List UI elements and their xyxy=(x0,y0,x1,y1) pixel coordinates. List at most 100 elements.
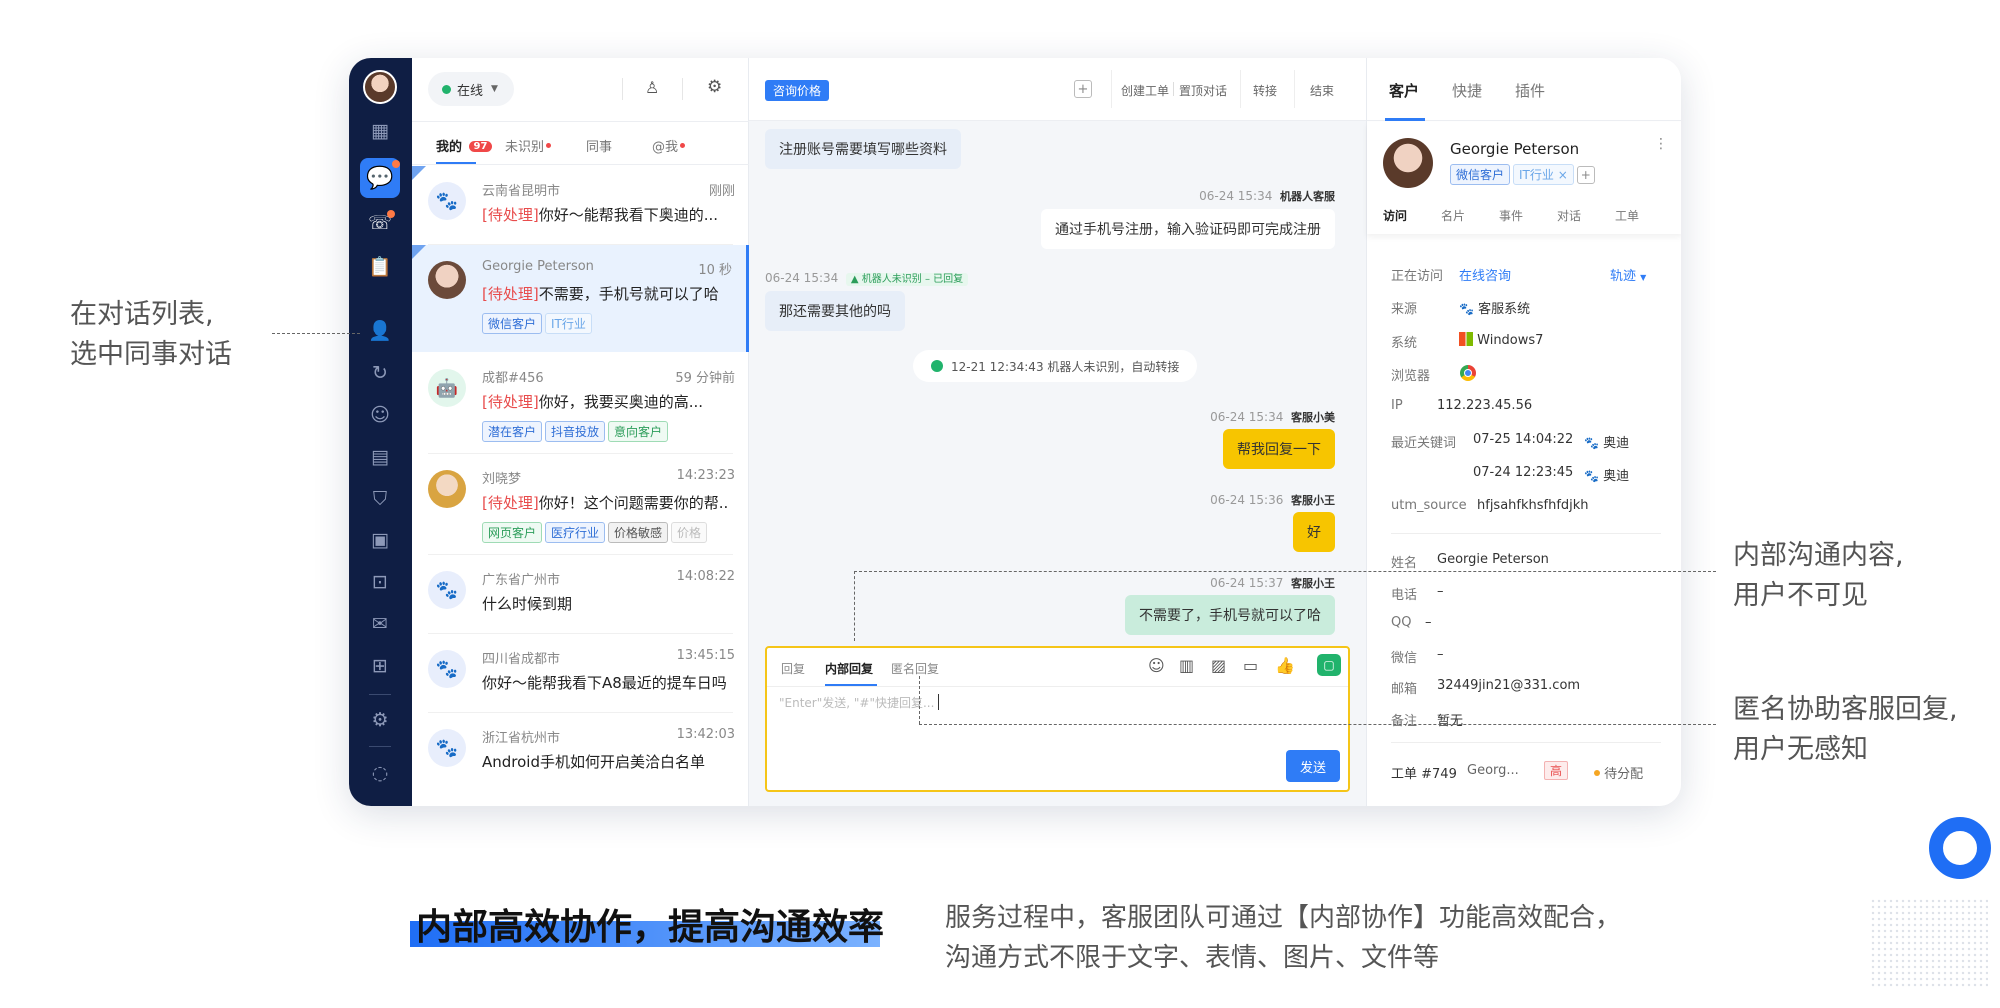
rail-divider xyxy=(369,746,391,747)
field-value[interactable]: – xyxy=(1437,647,1444,662)
tab-mine[interactable]: 我的 97 xyxy=(436,136,493,155)
list-item[interactable]: 🐾 广东省广州市 14:08:22 什么时候到期 xyxy=(412,555,749,633)
field-value[interactable]: 暂无 xyxy=(1437,710,1463,729)
customer-tag: 医疗行业 xyxy=(545,522,606,543)
android-icon: 🤖 xyxy=(428,369,466,407)
person-icon[interactable]: ♙ xyxy=(645,78,659,97)
settings-icon[interactable]: ⚙ xyxy=(707,77,722,97)
more-icon[interactable]: ⋮ xyxy=(1654,136,1668,152)
subtab-tickets[interactable]: 工单 xyxy=(1615,207,1639,224)
folder-icon[interactable]: ▭ xyxy=(1243,656,1258,675)
thumbs-up-icon[interactable]: 👍 xyxy=(1275,656,1295,675)
tab-unrecognized[interactable]: 未识别 xyxy=(505,136,552,155)
field-label: 姓名 xyxy=(1391,556,1418,571)
connector-line xyxy=(854,571,1716,572)
ticket-status-text: 待分配 xyxy=(1604,767,1644,782)
emoji-icon[interactable]: ☺ xyxy=(1148,656,1165,675)
topic-tag[interactable]: 咨询价格 xyxy=(765,80,830,101)
keyword-value: 🐾 奥迪 xyxy=(1584,465,1629,484)
tab-mentions[interactable]: @我 xyxy=(652,136,686,155)
status-tag: [待处理] xyxy=(482,393,539,411)
contacts-icon[interactable]: ☺ xyxy=(365,400,395,430)
stats-icon[interactable]: ▤ xyxy=(365,442,395,472)
subtab-events[interactable]: 事件 xyxy=(1499,207,1523,224)
conversation-preview: [待处理]你好！这个问题需要你的帮... xyxy=(482,492,727,513)
tab-internal-reply[interactable]: 内部回复 xyxy=(825,660,873,677)
track-dropdown[interactable]: 轨迹 ▼ xyxy=(1610,265,1646,284)
preview-text: 你好～能帮我看下奥迪的... xyxy=(538,206,719,224)
field-value[interactable]: – xyxy=(1437,584,1444,599)
message-agent: 不需要了，手机号就可以了哈 xyxy=(1125,595,1335,635)
add-button[interactable]: + xyxy=(1074,80,1092,98)
mail-icon[interactable]: ✉ xyxy=(365,609,395,639)
chat-toggle-icon[interactable]: ▢ xyxy=(1317,654,1341,676)
clipboard-icon[interactable]: 📋 xyxy=(365,251,395,281)
field-value[interactable]: Georgie Peterson xyxy=(1437,552,1549,567)
conversation-list-panel: 在线 ▼ ♙ ⚙ 我的 97 未识别 同事 @我 🐾 云南省昆明市 刚刚 [待处… xyxy=(412,58,749,806)
monitor-icon[interactable]: ▣ xyxy=(365,525,395,555)
refresh-icon[interactable]: ↻ xyxy=(365,358,395,388)
create-ticket-button[interactable]: 创建工单 xyxy=(1121,82,1169,99)
list-item[interactable]: 🤖 成都#456 59 分钟前 [待处理]你好，我要买奥迪的高... 潜在客户抖… xyxy=(412,353,749,453)
agent-avatar[interactable] xyxy=(363,70,397,104)
tab-plugins[interactable]: 插件 xyxy=(1515,80,1545,101)
preview-text: 不需要，手机号就可以了哈 xyxy=(538,285,719,303)
field-value[interactable]: – xyxy=(1425,615,1432,630)
message-internal: 好 xyxy=(1293,512,1335,552)
subtab-visit[interactable]: 访问 xyxy=(1383,207,1407,224)
visit-value[interactable]: 在线咨询 xyxy=(1459,265,1511,284)
image-icon[interactable]: ▨ xyxy=(1211,656,1226,675)
tab-quick[interactable]: 快捷 xyxy=(1452,80,1482,101)
dashboard-icon[interactable]: ▦ xyxy=(365,116,395,146)
close-icon[interactable]: × xyxy=(1558,168,1568,182)
conversation-time: 13:42:03 xyxy=(676,727,735,742)
tab-anonymous-reply[interactable]: 匿名回复 xyxy=(891,660,939,677)
shield-icon[interactable]: ⛉ xyxy=(365,484,395,514)
conversation-time: 59 分钟前 xyxy=(675,371,735,386)
baidu-paw-icon: 🐾 xyxy=(428,729,466,767)
connector-line xyxy=(919,724,1716,725)
transfer-button[interactable]: 转接 xyxy=(1253,82,1277,99)
robot-icon[interactable]: ⊡ xyxy=(365,567,395,597)
preview-text: 什么时候到期 xyxy=(482,595,573,613)
gear-icon[interactable]: ⚙ xyxy=(365,705,395,735)
pin-conversation-button[interactable]: 置顶对话 xyxy=(1179,82,1227,99)
help-chat-icon[interactable]: ◌ xyxy=(365,758,395,788)
list-item[interactable]: 🐾 浙江省杭州市 13:42:03 Android手机如何开启美洽白名单 xyxy=(412,713,749,791)
customer-tag: 意向客户 xyxy=(608,421,669,442)
end-button[interactable]: 结束 xyxy=(1310,82,1334,99)
apps-icon[interactable]: ⊞ xyxy=(365,651,395,681)
send-button[interactable]: 发送 xyxy=(1286,750,1340,782)
user-icon[interactable]: 👤 xyxy=(365,315,395,345)
nav-rail: ▦ 💬 ☏ 📋 👤 ↻ ☺ ▤ ⛉ ▣ ⊡ ✉ ⊞ ⚙ ◌ xyxy=(349,58,412,806)
tab-mine-label: 我的 xyxy=(436,140,463,155)
message-meta: 06-24 15:34 机器人客服 xyxy=(1199,188,1335,204)
tab-reply[interactable]: 回复 xyxy=(781,660,805,677)
quick-reply-icon[interactable]: ▥ xyxy=(1179,656,1194,675)
message-time: 06-24 15:36 xyxy=(1210,493,1284,507)
subtab-card[interactable]: 名片 xyxy=(1441,207,1465,224)
system-notice: 12-21 12:34:43 机器人未识别，自动转接 xyxy=(913,350,1198,382)
list-item[interactable]: 🐾 云南省昆明市 刚刚 [待处理]你好～能帮我看下奥迪的... xyxy=(412,166,749,244)
add-tag-button[interactable]: + xyxy=(1576,165,1595,184)
decorative-ring xyxy=(1929,817,1991,879)
header-divider xyxy=(682,78,683,100)
tab-customer[interactable]: 客户 xyxy=(1389,80,1419,101)
subtab-conversations[interactable]: 对话 xyxy=(1557,207,1581,224)
message-input[interactable]: "Enter"发送, "#"快捷回复... xyxy=(779,694,1339,744)
chevron-down-icon: ▼ xyxy=(491,84,498,94)
list-item-selected[interactable]: Georgie Peterson 10 秒 [待处理]不需要，手机号就可以了哈 … xyxy=(412,245,749,352)
status-selector[interactable]: 在线 ▼ xyxy=(428,72,514,106)
tab-colleagues[interactable]: 同事 xyxy=(586,136,612,155)
header-divider xyxy=(1294,70,1295,108)
conversation-name: 四川省成都市 xyxy=(482,652,561,667)
customer-tag: 微信客户 xyxy=(482,313,543,334)
customer-tag: 潜在客户 xyxy=(482,421,543,442)
annotation-anonymous: 匿名协助客服回复, 用户无感知 xyxy=(1733,690,1958,770)
source-label: 来源 xyxy=(1391,302,1418,317)
list-item[interactable]: 🐾 四川省成都市 13:45:15 你好～能帮我看下A8最近的提车日吗 xyxy=(412,634,749,712)
list-item[interactable]: 刘晓梦 14:23:23 [待处理]你好！这个问题需要你的帮... 网页客户 医疗… xyxy=(412,454,749,554)
field-value[interactable]: 32449jin21@331.com xyxy=(1437,678,1580,693)
ticket-number[interactable]: 工单 #749 xyxy=(1391,763,1457,782)
customer-card: Georgie Peterson ⋮ 微信客户 IT行业 × + 访问 名片 事件 … xyxy=(1367,122,1681,234)
